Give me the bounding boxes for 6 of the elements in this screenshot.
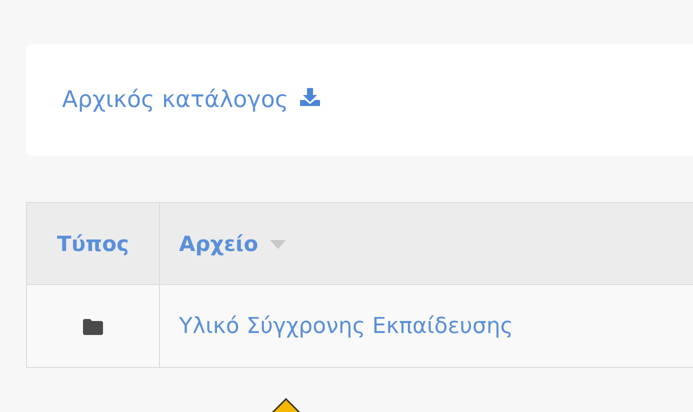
home-folder-link[interactable]: Αρχικός κατάλογος — [62, 87, 288, 113]
download-icon[interactable] — [300, 88, 320, 106]
column-header[interactable]: Τύπος — [26, 202, 160, 284]
folder-link[interactable]: Υλικό Σύγχρονης Εκπαίδευσης — [179, 314, 514, 338]
folder-icon — [83, 319, 103, 336]
column-header[interactable]: Αρχείο — [160, 202, 693, 284]
